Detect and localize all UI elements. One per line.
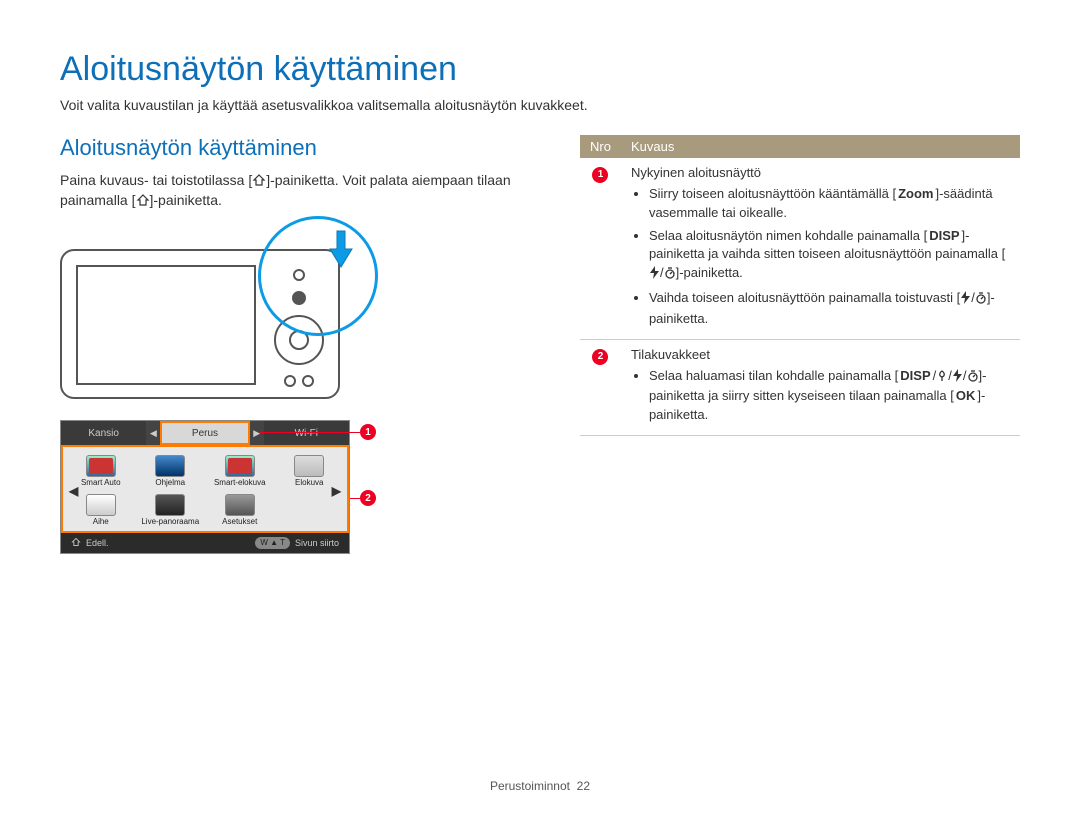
mode-icon-graphic [86,494,116,516]
zoom-key: Zoom [896,185,935,204]
instruction-text: Paina kuvaus- tai toistotilassa [ ]-paini… [60,171,540,210]
row1-bullet3: Vaihda toiseen aloitusnäyttöön painamall… [649,289,1010,329]
timer-icon [975,291,987,310]
th-number: Nro [580,135,621,158]
description-table: Nro Kuvaus 1 Nykyinen aloitusnäyttö Siir… [580,135,1020,436]
home-screen: Kansio ◀ Perus ▶ Wi-Fi ◀ ▶ Smart Auto Ohj… [60,420,350,554]
table-row: 2 Tilakuvakkeet Selaa haluamasi tilan ko… [580,339,1020,435]
row1-bullet1: Siirry toiseen aloitusnäyttöön kääntämäl… [649,185,1010,223]
right-column: Nro Kuvaus 1 Nykyinen aloitusnäyttö Siir… [580,135,1020,554]
back-label: Edell. [86,538,109,548]
page-title: Aloitusnäytön käyttäminen [60,50,1020,89]
mode-icon: Asetukset [206,492,274,529]
flash-icon [649,266,660,285]
table-row: 1 Nykyinen aloitusnäyttö Siirry toiseen … [580,158,1020,339]
home-icon [71,537,81,549]
mode-icon-graphic [86,455,116,477]
th-description: Kuvaus [621,135,1020,158]
icon-grid: ◀ ▶ Smart Auto Ohjelma Smart-elokuva Elokuv… [61,445,349,533]
callout-1: 1 [360,424,376,440]
mode-icon-label: Elokuva [295,479,323,488]
home-icon [252,173,266,187]
tab-left: Kansio [61,421,146,445]
row-number-badge: 2 [592,349,608,365]
mode-icon-label: Asetukset [222,518,257,527]
home-icon [136,193,150,207]
macro-icon [936,369,948,388]
timer-icon [967,369,979,388]
mode-icon: Live-panoraama [137,492,205,529]
callout-line [260,432,360,433]
page-intro: Voit valita kuvaustilan ja käyttää asetu… [60,97,1020,113]
row2-bullet1: Selaa haluamasi tilan kohdalle painamall… [649,367,1010,426]
disp-key: DISP [898,367,932,386]
main-columns: Aloitusnäytön käyttäminen Paina kuvaus- … [60,135,1020,554]
zoom-pill-icon: W ▲ T [255,537,290,549]
camera-diagram [60,224,370,404]
home-screen-wrapper: Kansio ◀ Perus ▶ Wi-Fi ◀ ▶ Smart Auto Ohj… [60,420,380,554]
mode-icon-graphic [155,455,185,477]
camera-screen [76,265,256,385]
camera-small-button [302,375,314,387]
callout-line [350,498,360,499]
ok-key: OK [954,387,978,406]
footer-page-number: 22 [577,779,590,793]
mode-icon-label: Smart-elokuva [214,479,266,488]
mode-icon-label: Live-panoraama [141,518,199,527]
chevron-right-icon: ▶ [332,484,341,498]
row1-bullet2: Selaa aloitusnäytön nimen kohdalle paina… [649,227,1010,286]
page-footer: Perustoiminnot 22 [0,779,1080,793]
chevron-left-icon: ◀ [146,421,160,445]
flash-icon [952,369,963,388]
mode-icon-graphic [155,494,185,516]
footer-section: Perustoiminnot [490,779,570,793]
tabs-row: Kansio ◀ Perus ▶ Wi-Fi [61,421,349,445]
camera-small-button [284,375,296,387]
tab-right: Wi-Fi [264,421,349,445]
row2-title: Tilakuvakkeet [631,346,1010,365]
section-title: Aloitusnäytön käyttäminen [60,135,540,161]
bottom-bar: Edell. W ▲ T Sivun siirto [61,533,349,553]
disp-key: DISP [927,227,961,246]
camera-bottom-buttons [284,375,314,387]
mode-icon: Smart-elokuva [206,453,274,490]
chevron-left-icon: ◀ [69,484,78,498]
mode-icon-label: Ohjelma [155,479,185,488]
flash-icon [960,291,971,310]
row1-title: Nykyinen aloitusnäyttö [631,164,1010,183]
mode-icon-graphic [225,494,255,516]
highlight-circle [258,216,378,336]
mode-icon-graphic [225,455,255,477]
mode-icon-label: Smart Auto [81,479,121,488]
instr-post: ]-painiketta. [150,192,222,208]
mode-icon: Ohjelma [137,453,205,490]
zoom-group: W ▲ T Sivun siirto [255,537,339,549]
tab-center-active: Perus [160,421,249,445]
instr-pre: Paina kuvaus- tai toistotilassa [ [60,172,252,188]
mode-icon-graphic [294,455,324,477]
callout-2: 2 [360,490,376,506]
mode-icon-label: Aihe [93,518,109,527]
left-column: Aloitusnäytön käyttäminen Paina kuvaus- … [60,135,540,554]
back-group: Edell. [71,537,109,549]
zoom-label: Sivun siirto [295,538,339,548]
chevron-right-icon: ▶ [250,421,264,445]
timer-icon [664,266,676,285]
row-number-badge: 1 [592,167,608,183]
